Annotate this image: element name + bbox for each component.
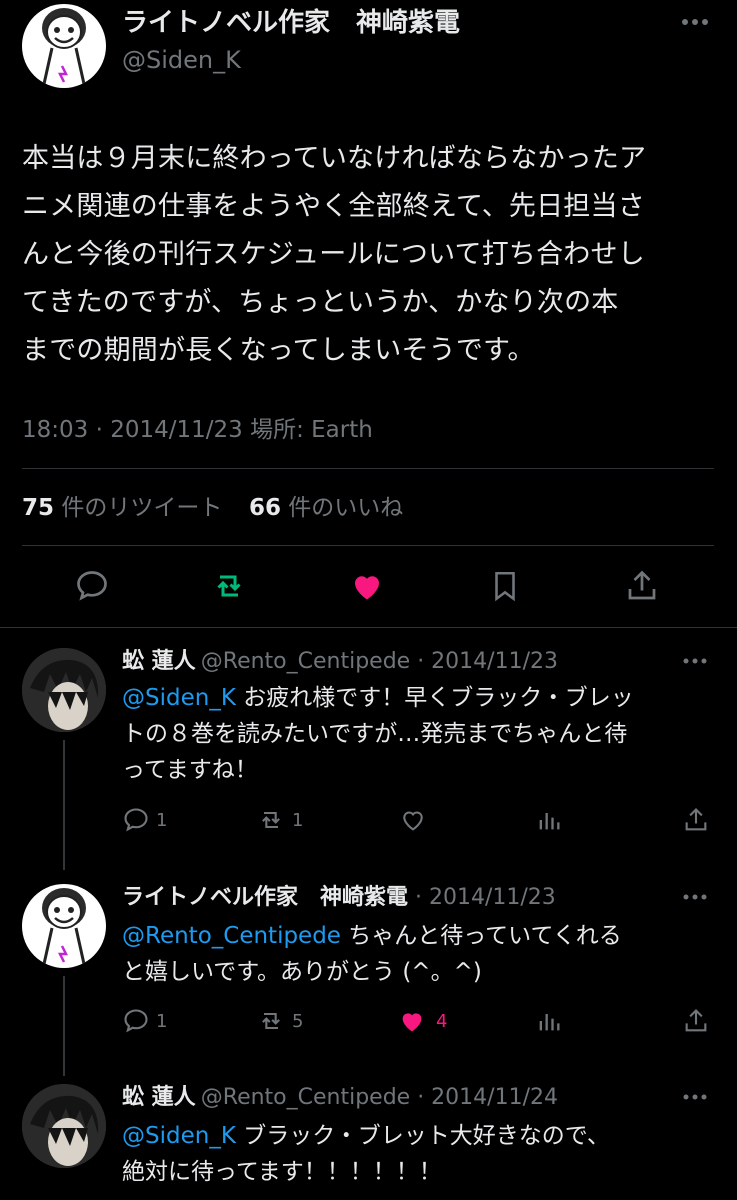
reply-count: 1 bbox=[156, 809, 168, 831]
more-options-icon[interactable] bbox=[680, 16, 710, 28]
like-count: 4 bbox=[436, 1010, 448, 1032]
reply-meta[interactable]: · 2014/11/23 bbox=[408, 885, 556, 910]
reply-text-line: トの８巻を読みたいですが…発売までちゃんと待 bbox=[122, 721, 628, 747]
mention-link[interactable]: @Siden_K bbox=[122, 685, 236, 711]
reply-text: @Rento_Centipede ちゃんと待っていてくれる と嬉しいです。ありが… bbox=[122, 918, 622, 990]
thread-line bbox=[63, 740, 65, 870]
author-handle[interactable]: @Siden_K bbox=[122, 44, 241, 76]
share-icon[interactable] bbox=[682, 806, 710, 834]
bookmark-icon[interactable] bbox=[488, 568, 522, 604]
retweet-label[interactable]: 件のリツイート bbox=[61, 495, 222, 521]
tweet-text-line: んと今後の刊行スケジュールについて打ち合わせし bbox=[22, 239, 645, 270]
tweet-text-line: までの期間が長くなってしまいそうです。 bbox=[22, 335, 535, 366]
tweet-text-line: てきたのですが、ちょっというか、かなり次の本 bbox=[22, 287, 619, 318]
reply-text-segment: ちゃんと待っていてくれる bbox=[340, 923, 622, 949]
retweet-count: 1 bbox=[292, 809, 304, 831]
share-icon[interactable] bbox=[682, 1007, 710, 1035]
retweet-icon bbox=[256, 806, 286, 834]
reply-author-name[interactable]: 蚣 蓮人 bbox=[122, 1085, 196, 1110]
tweet-text-line: ニメ関連の仕事をようやく全部終えて、先日担当さ bbox=[22, 191, 645, 222]
tweet-stats: 75 件のリツイート 66 件のいいね bbox=[22, 492, 403, 524]
like-icon[interactable] bbox=[348, 568, 386, 604]
reply-avatar[interactable] bbox=[22, 1084, 106, 1168]
reply-text-line: 絶対に待ってます！！！！！！ bbox=[122, 1159, 442, 1185]
retweet-icon bbox=[256, 1007, 286, 1035]
reply-meta[interactable]: @Rento_Centipede · 2014/11/23 bbox=[201, 649, 558, 674]
reply-icon bbox=[122, 806, 150, 834]
like-icon bbox=[396, 1007, 428, 1035]
more-options-icon[interactable] bbox=[682, 656, 708, 666]
reply-action-reply[interactable]: 1 bbox=[122, 806, 167, 834]
reply-avatar[interactable] bbox=[22, 884, 106, 968]
reply-icon bbox=[122, 1007, 150, 1035]
divider bbox=[22, 468, 714, 469]
tweet-timestamp[interactable]: 18:03 · 2014/11/23 場所: Earth bbox=[22, 414, 373, 446]
retweet-count[interactable]: 75 bbox=[22, 495, 54, 521]
views-icon[interactable] bbox=[535, 806, 563, 834]
tweet-text-line: 本当は９月末に終わっていなければならなかったア bbox=[22, 143, 647, 174]
thread-line bbox=[63, 976, 65, 1076]
reply-action-reply[interactable]: 1 bbox=[122, 1007, 167, 1035]
like-label[interactable]: 件のいいね bbox=[288, 495, 403, 521]
views-icon[interactable] bbox=[535, 1007, 563, 1035]
more-options-icon[interactable] bbox=[682, 1092, 708, 1102]
reply-text: @Siden_K お疲れ様です！早くブラック・ブレッ トの８巻を読みたいですが…… bbox=[122, 680, 634, 788]
reply-text-segment: ブラック・ブレット大好きなので、 bbox=[235, 1123, 610, 1149]
divider bbox=[22, 545, 714, 546]
divider bbox=[0, 627, 737, 628]
reply-meta[interactable]: @Rento_Centipede · 2014/11/24 bbox=[201, 1085, 558, 1110]
reply-text: @Siden_K ブラック・ブレット大好きなので、 絶対に待ってます！！！！！！ bbox=[122, 1118, 610, 1190]
reply-avatar[interactable] bbox=[22, 648, 106, 732]
reply-action-retweet[interactable]: 5 bbox=[256, 1007, 303, 1035]
reply-header: 蚣 蓮人 @Rento_Centipede · 2014/11/24 bbox=[122, 1082, 558, 1115]
reply-header: ライトノベル作家 神崎紫電 · 2014/11/23 bbox=[122, 882, 556, 915]
like-count[interactable]: 66 bbox=[249, 495, 281, 521]
author-display-name[interactable]: ライトノベル作家 神崎紫電 bbox=[122, 6, 460, 40]
like-icon[interactable] bbox=[398, 806, 428, 834]
mention-link[interactable]: @Siden_K bbox=[122, 1123, 236, 1149]
retweet-count: 5 bbox=[292, 1010, 304, 1032]
reply-action-like[interactable]: 4 bbox=[396, 1007, 447, 1035]
reply-text-line: と嬉しいです。ありがとう (^。^) bbox=[122, 959, 482, 985]
tweet-text: 本当は９月末に終わっていなければならなかったア ニメ関連の仕事をようやく全部終え… bbox=[22, 135, 646, 375]
author-avatar[interactable] bbox=[22, 4, 106, 88]
reply-action-retweet[interactable]: 1 bbox=[256, 806, 303, 834]
reply-author-name[interactable]: 蚣 蓮人 bbox=[122, 649, 196, 674]
reply-text-segment: お疲れ様です！早くブラック・ブレッ bbox=[235, 685, 634, 711]
mention-link[interactable]: @Rento_Centipede bbox=[122, 923, 341, 949]
share-icon[interactable] bbox=[624, 568, 660, 604]
reply-icon[interactable] bbox=[74, 568, 110, 604]
reply-count: 1 bbox=[156, 1010, 168, 1032]
reply-header: 蚣 蓮人 @Rento_Centipede · 2014/11/23 bbox=[122, 646, 558, 679]
retweet-icon[interactable] bbox=[210, 568, 248, 604]
reply-text-line: ってますね！ bbox=[122, 757, 258, 783]
reply-author-name[interactable]: ライトノベル作家 神崎紫電 bbox=[122, 885, 408, 910]
more-options-icon[interactable] bbox=[682, 892, 708, 902]
